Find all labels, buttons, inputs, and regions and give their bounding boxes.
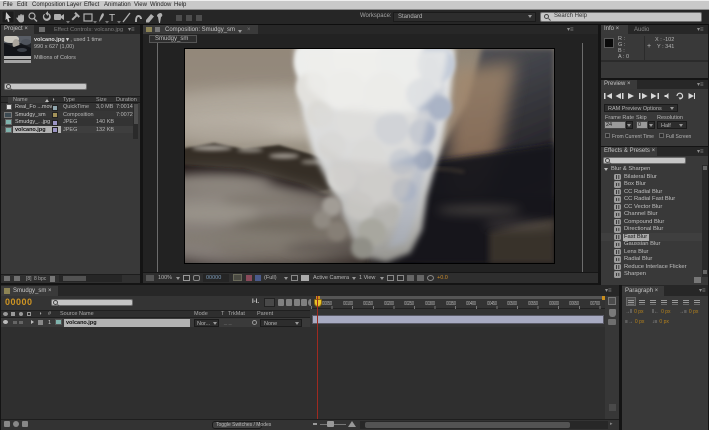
svg-text:T: T [109,13,115,24]
